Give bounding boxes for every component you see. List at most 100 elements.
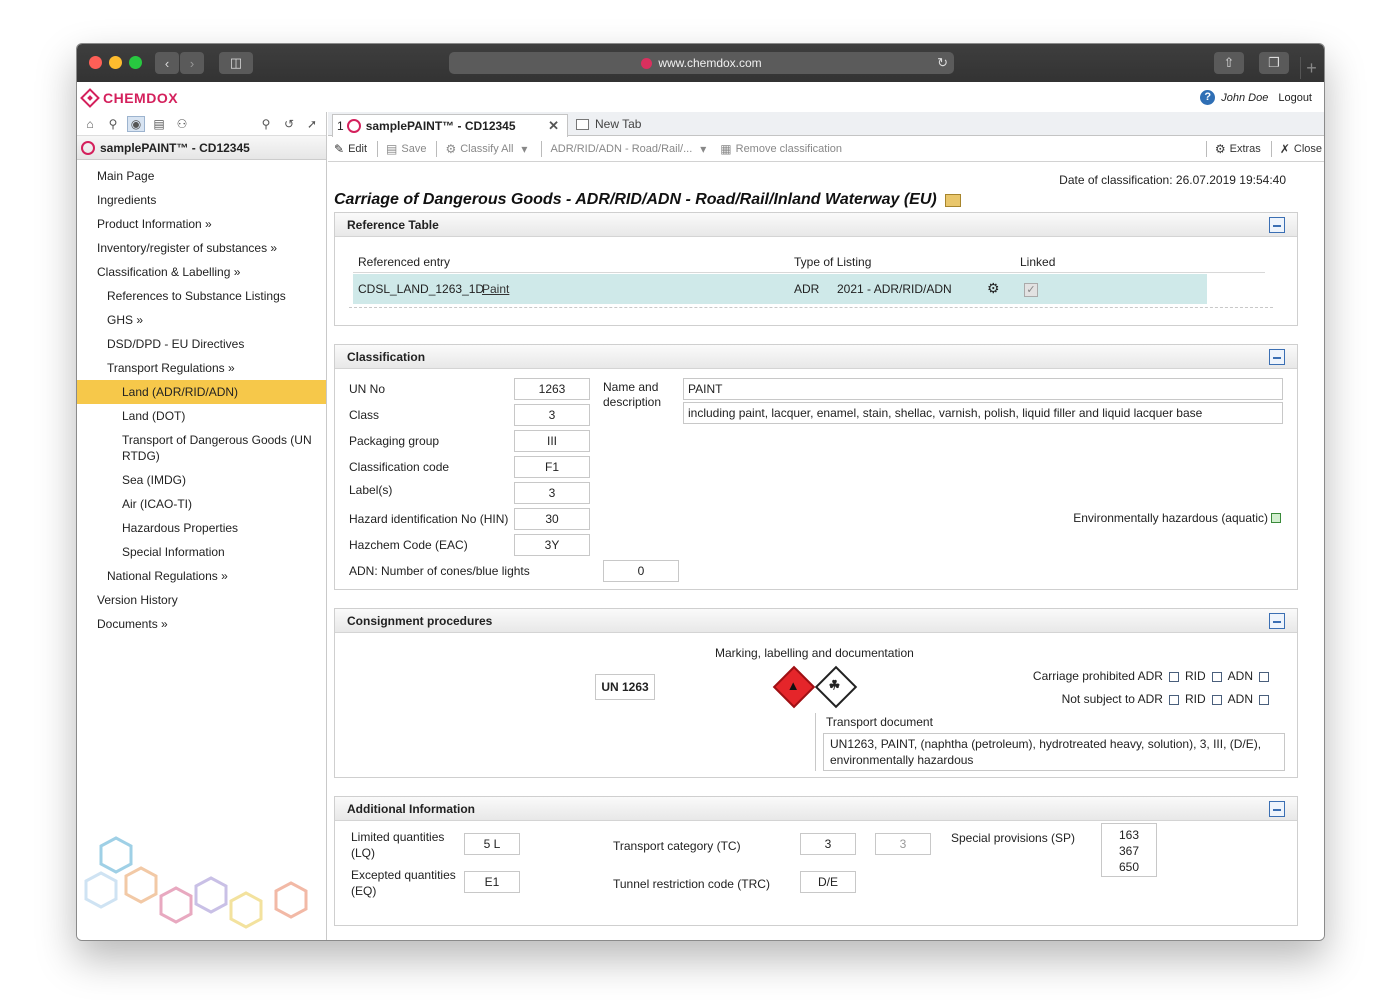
tc-secondary-field[interactable]: 3 <box>875 833 931 855</box>
pin-icon[interactable]: ➚ <box>303 116 321 132</box>
adn-cones-label: ADN: Number of cones/blue lights <box>349 564 530 578</box>
sidebar-item-inventory[interactable]: Inventory/register of substances » <box>77 236 326 260</box>
carriage-prohibited-adr-checkbox[interactable] <box>1168 671 1179 682</box>
sidebar-item-special-information[interactable]: Special Information <box>77 540 326 564</box>
share-button[interactable]: ⇧ <box>1214 52 1244 74</box>
share-icon: ⇧ <box>1223 55 1235 70</box>
sidebar-item-product-information[interactable]: Product Information » <box>77 212 326 236</box>
adn-cones-field[interactable]: 0 <box>603 560 679 582</box>
lq-label: Limited quantities (LQ) <box>351 829 444 861</box>
help-icon[interactable]: ? <box>1200 90 1216 105</box>
sidebar-item-land-adr[interactable]: Land (ADR/RID/ADN) <box>77 380 326 404</box>
sidebar-item-classification-labelling[interactable]: Classification & Labelling » <box>77 260 326 284</box>
sidebar-item-hazardous-properties[interactable]: Hazardous Properties <box>77 516 326 540</box>
not-subject-adr-checkbox[interactable] <box>1168 694 1179 705</box>
save-icon: ▤ <box>386 141 398 156</box>
show-tabs-button[interactable]: ❐ <box>1259 52 1289 74</box>
entry-link[interactable]: Paint <box>482 282 509 296</box>
regulation-select[interactable]: ADR/RID/ADN - Road/Rail/... ▾ <box>550 142 710 156</box>
sidebar-item-documents[interactable]: Documents » <box>77 612 326 636</box>
trc-field[interactable]: D/E <box>800 871 856 893</box>
dropdown-arrow-icon: ▾ <box>700 141 707 156</box>
hazchem-field[interactable]: 3Y <box>514 534 590 556</box>
sidebar-toggle-button[interactable]: ◫ <box>219 52 253 74</box>
info-card-icon[interactable] <box>944 193 961 207</box>
sidebar-item-dsd-dpd[interactable]: DSD/DPD - EU Directives <box>77 332 326 356</box>
product-icon[interactable]: ◉ <box>127 115 145 132</box>
carriage-adn-label: ADN <box>1227 669 1253 683</box>
logout-link[interactable]: Logout <box>1278 92 1312 104</box>
classification-code-field[interactable]: F1 <box>514 456 590 478</box>
chemdox-logo: CHEMDOX <box>80 88 178 108</box>
environmentally-hazardous: Environmentally hazardous (aquatic) <box>1073 511 1281 525</box>
sidebar-item-transport-regulations[interactable]: Transport Regulations » <box>77 356 326 380</box>
address-bar[interactable]: www.chemdox.com ↻ <box>449 52 954 74</box>
carriage-prohibited-rid-checkbox[interactable] <box>1211 671 1222 682</box>
sidebar-item-references[interactable]: References to Substance Listings <box>77 284 326 308</box>
lq-field[interactable]: 5 L <box>464 833 520 855</box>
remove-classification-button[interactable]: ▦ Remove classification <box>720 142 842 156</box>
reload-icon[interactable]: ↻ <box>937 55 948 71</box>
labels-field[interactable]: 3 <box>514 482 590 504</box>
home-icon[interactable]: ⌂ <box>81 116 99 132</box>
sidebar-item-air-icao[interactable]: Air (ICAO-TI) <box>77 492 326 516</box>
close-tab-icon[interactable]: ✕ <box>548 118 559 134</box>
users-icon[interactable]: ⚇ <box>173 116 191 132</box>
transport-document-field[interactable]: UN1263, PAINT, (naphtha (petroleum), hyd… <box>823 733 1285 771</box>
hin-field[interactable]: 30 <box>514 508 590 530</box>
sidebar-item-un-rtdg[interactable]: Transport of Dangerous Goods (UN RTDG) <box>77 428 326 468</box>
close-icon: ✗ <box>1279 142 1290 156</box>
collapse-button[interactable] <box>1269 217 1285 233</box>
sp-field[interactable]: 163 367 650 <box>1101 823 1157 877</box>
not-subject-rid-checkbox[interactable] <box>1211 694 1222 705</box>
save-label: Save <box>401 142 427 155</box>
col-linked: Linked <box>1020 255 1056 269</box>
forward-button[interactable]: › <box>180 52 204 74</box>
not-subject-adn-checkbox[interactable] <box>1259 694 1269 705</box>
classify-all-button[interactable]: ⚙ Classify All ▾ <box>445 142 531 156</box>
tc-field[interactable]: 3 <box>800 833 856 855</box>
not-subject-label: Not subject to <box>1061 692 1135 706</box>
carriage-prohibited-adn-checkbox[interactable] <box>1259 671 1269 682</box>
sidebar-item-ingredients[interactable]: Ingredients <box>77 188 326 212</box>
collapse-button[interactable] <box>1269 801 1285 817</box>
sidebar-item-sea-imdg[interactable]: Sea (IMDG) <box>77 468 326 492</box>
sp-value: 650 <box>1118 860 1140 874</box>
document-icon[interactable]: ▤ <box>150 116 168 132</box>
page-title: Carriage of Dangerous Goods - ADR/RID/AD… <box>334 191 961 209</box>
transport-document-label: Transport document <box>826 715 933 729</box>
listing-info-icon[interactable]: ⚙ <box>987 280 1000 297</box>
collapse-button[interactable] <box>1269 613 1285 629</box>
zoom-icon[interactable]: ⚲ <box>257 116 275 132</box>
close-document-button[interactable]: ✗ Close <box>1280 142 1322 156</box>
sp-value: 163 <box>1118 828 1140 842</box>
tab-sample-paint[interactable]: 1 samplePAINT™ - CD12345 ✕ <box>332 114 568 137</box>
edit-button[interactable]: ✎ Edit <box>334 142 367 156</box>
back-button[interactable]: ‹ <box>155 52 179 74</box>
url-text: www.chemdox.com <box>658 56 762 70</box>
sidebar-item-land-dot[interactable]: Land (DOT) <box>77 404 326 428</box>
extras-button[interactable]: ⚙ Extras <box>1215 142 1261 156</box>
new-browser-tab-button[interactable]: + <box>1300 57 1322 79</box>
close-window-button[interactable] <box>89 56 102 69</box>
save-button[interactable]: ▤ Save <box>386 142 426 156</box>
sidebar-item-version-history[interactable]: Version History <box>77 588 326 612</box>
tab-number: 1 <box>337 119 344 133</box>
sidebar-item-ghs[interactable]: GHS » <box>77 308 326 332</box>
class-field[interactable]: 3 <box>514 404 590 426</box>
maximize-window-button[interactable] <box>129 56 142 69</box>
name-field[interactable]: PAINT <box>683 378 1283 400</box>
search-icon[interactable]: ⚲ <box>104 116 122 132</box>
description-field[interactable]: including paint, lacquer, enamel, stain,… <box>683 402 1283 424</box>
eq-field[interactable]: E1 <box>464 871 520 893</box>
table-row[interactable]: CDSL_LAND_1263_1D Paint ADR 2021 - ADR/R… <box>353 274 1207 304</box>
un-no-field[interactable]: 1263 <box>514 378 590 400</box>
packaging-group-field[interactable]: III <box>514 430 590 452</box>
minimize-window-button[interactable] <box>109 56 122 69</box>
eq-label-line1: Excepted quantities <box>351 868 456 882</box>
sidebar-item-national-regulations[interactable]: National Regulations » <box>77 564 326 588</box>
new-tab[interactable]: New Tab <box>576 117 641 131</box>
sidebar-item-main-page[interactable]: Main Page <box>77 164 326 188</box>
collapse-button[interactable] <box>1269 349 1285 365</box>
history-icon[interactable]: ↺ <box>280 116 298 132</box>
